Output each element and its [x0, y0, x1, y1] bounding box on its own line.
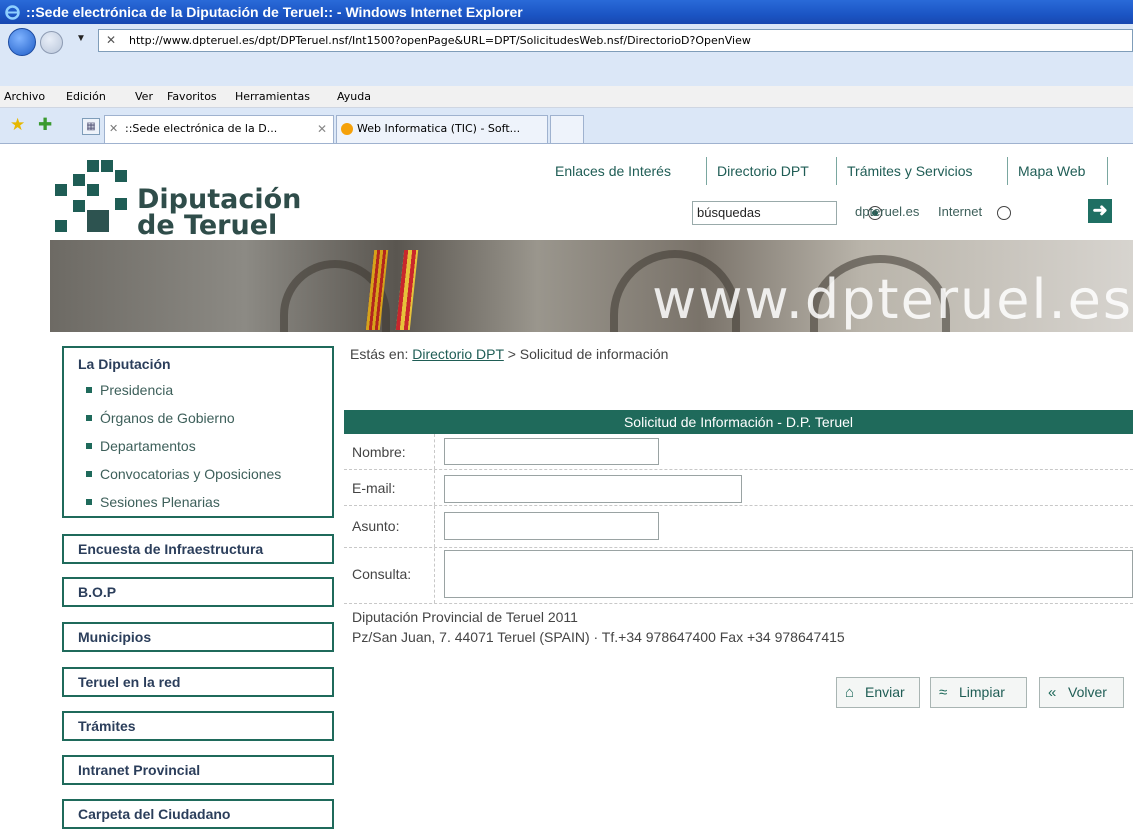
close-tab-icon[interactable]: ✕ [317, 116, 327, 142]
tab-label: ::Sede electrónica de la D... [125, 122, 278, 135]
topnav-divider [836, 157, 837, 185]
page-favicon-icon: ✕ [109, 122, 119, 135]
menu-ver[interactable]: Ver [135, 90, 153, 103]
row-divider [434, 548, 435, 603]
banner-url-text: www.dpteruel.es [652, 268, 1133, 331]
sidebar-item-label: Presidencia [100, 382, 174, 398]
row-divider [434, 434, 435, 469]
menu-archivo[interactable]: Archivo [4, 90, 45, 103]
topnav-tramites[interactable]: Trámites y Servicios [847, 163, 973, 183]
clear-icon: ≈ [939, 684, 948, 701]
nombre-label: Nombre: [352, 444, 406, 460]
scope-dpteruel-label: dpteruel.es [855, 204, 920, 219]
tab-web-informatica[interactable]: Web Informatica (TIC) - Soft... [336, 115, 548, 143]
limpiar-label: Limpiar [959, 684, 1005, 700]
menu-bar: Archivo Edición Ver Favoritos Herramient… [0, 86, 1133, 108]
row-divider [434, 506, 435, 547]
asunto-input[interactable] [444, 512, 659, 540]
tab-label: Web Informatica (TIC) - Soft... [357, 122, 521, 135]
volver-button[interactable]: « Volver [1039, 677, 1124, 708]
footer-address: Pz/San Juan, 7. 44071 Teruel (SPAIN) · T… [352, 629, 845, 645]
sidebar-list: Presidencia Órganos de Gobierno Departam… [64, 372, 332, 520]
back-button[interactable] [8, 28, 36, 56]
bullet-icon [86, 499, 92, 505]
firefox-favicon-icon [341, 123, 353, 135]
site-logo-text[interactable]: Diputación de Teruel [137, 186, 301, 241]
sidebar-item-label: Departamentos [100, 438, 196, 454]
breadcrumb-current: > Solicitud de información [507, 346, 669, 362]
favorites-star-icon[interactable]: ★ [10, 115, 25, 135]
breadcrumb-link-directorio[interactable]: Directorio DPT [412, 346, 504, 362]
sidebar-tramites[interactable]: Trámites [62, 711, 334, 741]
menu-ayuda[interactable]: Ayuda [337, 90, 371, 103]
scope-internet-label: Internet [938, 204, 983, 219]
menu-herramientas[interactable]: Herramientas [235, 90, 310, 103]
nombre-input[interactable] [444, 438, 659, 465]
sidebar-intranet[interactable]: Intranet Provincial [62, 755, 334, 785]
internet-explorer-icon [5, 5, 20, 20]
sidebar-teruel-en-la-red[interactable]: Teruel en la red [62, 667, 334, 697]
window-title-bar: ::Sede electrónica de la Diputación de T… [0, 0, 1133, 24]
sidebar-municipios[interactable]: Municipios [62, 622, 334, 652]
address-bar[interactable]: http://www.dpteruel.es/dpt/DPTeruel.nsf/… [98, 29, 1133, 52]
footer-copyright: Diputación Provincial de Teruel 2011 [352, 609, 578, 625]
forward-button[interactable] [40, 31, 63, 54]
bullet-icon [86, 471, 92, 477]
send-icon: ⌂ [845, 684, 855, 701]
row-divider [434, 470, 435, 505]
limpiar-button[interactable]: ≈ Limpiar [930, 677, 1027, 708]
sidebar-item-label: Órganos de Gobierno [100, 410, 235, 426]
bullet-icon [86, 443, 92, 449]
menu-edicion[interactable]: Edición [66, 90, 106, 103]
sidebar-item-convocatorias[interactable]: Convocatorias y Oposiciones [86, 460, 332, 488]
sidebar-section-title[interactable]: La Diputación [64, 348, 332, 372]
breadcrumb-prefix: Estás en: [350, 346, 409, 362]
volver-label: Volver [1068, 684, 1107, 700]
sidebar-item-presidencia[interactable]: Presidencia [86, 376, 332, 404]
bullet-icon [86, 387, 92, 393]
sidebar-la-diputacion: La Diputación Presidencia Órganos de Gob… [62, 346, 334, 518]
tab-sede-electronica[interactable]: ✕ ::Sede electrónica de la D... ✕ [104, 115, 334, 143]
topnav-divider [1107, 157, 1108, 185]
quick-tabs-icon[interactable]: ▦ [82, 118, 100, 135]
sidebar-bop[interactable]: B.O.P [62, 577, 334, 607]
logo-line-2: de Teruel [137, 210, 278, 241]
sidebar-item-organos[interactable]: Órganos de Gobierno [86, 404, 332, 432]
history-dropdown-icon[interactable]: ▼ [76, 33, 86, 44]
back-arrows-icon: « [1048, 684, 1057, 701]
asunto-label: Asunto: [352, 518, 400, 534]
menu-favoritos[interactable]: Favoritos [167, 90, 217, 103]
topnav-enlaces[interactable]: Enlaces de Interés [555, 163, 671, 183]
topnav-divider [1007, 157, 1008, 185]
topnav-divider [706, 157, 707, 185]
window-title: ::Sede electrónica de la Diputación de T… [26, 4, 523, 20]
sidebar-item-label: Convocatorias y Oposiciones [100, 466, 282, 482]
header-banner-image: www.dpteruel.es [50, 240, 1133, 332]
email-label: E-mail: [352, 480, 396, 496]
topnav-mapa-web[interactable]: Mapa Web [1018, 163, 1085, 183]
bullet-icon [86, 415, 92, 421]
consulta-textarea[interactable] [444, 550, 1133, 598]
enviar-label: Enviar [865, 684, 905, 700]
email-input[interactable] [444, 475, 742, 503]
sidebar-encuesta[interactable]: Encuesta de Infraestructura [62, 534, 334, 564]
search-go-button[interactable]: ➜ [1088, 199, 1112, 223]
form-title: Solicitud de Información - D.P. Teruel [344, 410, 1133, 434]
diputacion-logo-icon [55, 160, 135, 240]
sidebar-item-sesiones[interactable]: Sesiones Plenarias [86, 488, 332, 516]
topnav-directorio[interactable]: Directorio DPT [717, 163, 809, 183]
scope-internet-radio[interactable] [997, 206, 1011, 220]
sidebar-carpeta-ciudadano[interactable]: Carpeta del Ciudadano [62, 799, 334, 829]
breadcrumb: Estás en: Directorio DPT > Solicitud de … [350, 346, 668, 362]
consulta-label: Consulta: [352, 566, 412, 582]
sidebar-item-departamentos[interactable]: Departamentos [86, 432, 332, 460]
page-icon: ✕ [106, 33, 117, 47]
new-tab-button[interactable] [550, 115, 584, 143]
sidebar-item-label: Sesiones Plenarias [100, 494, 220, 510]
search-input[interactable]: búsquedas [692, 201, 837, 225]
enviar-button[interactable]: ⌂ Enviar [836, 677, 920, 708]
add-favorite-icon[interactable]: ✚ [38, 115, 52, 135]
